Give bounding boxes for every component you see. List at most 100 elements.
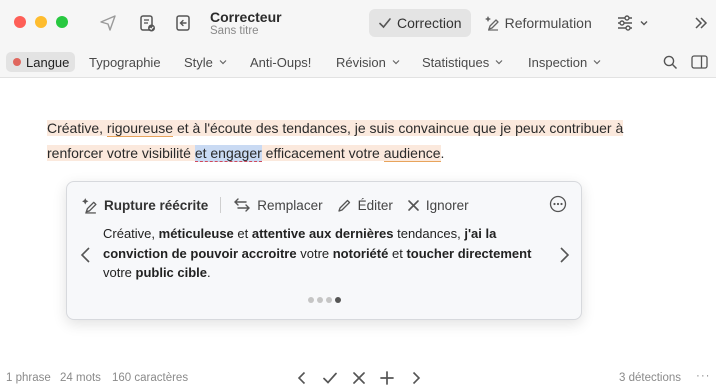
changed-text: toucher directement bbox=[406, 245, 532, 261]
text-run: Créative, bbox=[103, 226, 159, 241]
next-suggestion-button[interactable] bbox=[557, 246, 571, 264]
chevron-left-icon[interactable] bbox=[294, 370, 310, 386]
suggestion-title: Rupture réécrite bbox=[104, 197, 209, 213]
menu-style-label: Style bbox=[184, 54, 213, 70]
menu-revision-label: Révision bbox=[336, 54, 386, 70]
changed-text: attentive aux dernières bbox=[251, 226, 394, 241]
chevron-right-icon bbox=[560, 247, 570, 263]
chevron-down-icon bbox=[219, 60, 227, 65]
expand-panel-button[interactable] bbox=[690, 12, 712, 34]
correction-tab-label: Correction bbox=[397, 15, 462, 31]
document-text[interactable]: Créative, rigoureuse et à l'écoute des t… bbox=[47, 116, 647, 166]
chevron-down-icon bbox=[392, 60, 400, 65]
menu-style[interactable]: Style bbox=[184, 52, 228, 72]
text-run: et bbox=[233, 226, 252, 241]
suggestion-popover: Rupture réécrite Remplacer Éditer Ignore… bbox=[66, 181, 582, 320]
chevron-right-icon[interactable] bbox=[408, 370, 424, 386]
settings-button[interactable] bbox=[615, 12, 649, 34]
text-run: votre bbox=[103, 265, 136, 280]
status-bar: 1 phrase 24 mots 160 caractères 3 détect… bbox=[0, 366, 716, 390]
close-window-button[interactable] bbox=[14, 16, 26, 28]
document-back-icon[interactable] bbox=[172, 12, 194, 34]
menu-inspection-label: Inspection bbox=[528, 54, 588, 70]
toolbar-divider bbox=[220, 197, 222, 213]
chevron-down-icon bbox=[495, 60, 503, 65]
language-menu[interactable]: Langue bbox=[6, 52, 76, 72]
changed-text: méticuleuse bbox=[158, 226, 234, 241]
character-count: 160 caractères bbox=[112, 372, 189, 384]
document-check-icon[interactable] bbox=[136, 12, 158, 34]
chevron-left-icon bbox=[80, 247, 90, 263]
text-run: Créative, bbox=[47, 120, 107, 136]
chevron-down-icon bbox=[640, 21, 648, 26]
edit-button[interactable]: Éditer bbox=[337, 198, 393, 213]
pager-dot[interactable] bbox=[326, 297, 332, 303]
menu-statistiques-label: Statistiques bbox=[422, 54, 490, 70]
pager-dot[interactable] bbox=[317, 297, 323, 303]
text-run: et à l'écoute des tendances, je suis con… bbox=[173, 120, 624, 136]
close-icon bbox=[408, 199, 419, 211]
replace-arrows-icon bbox=[234, 198, 251, 212]
ignore-button[interactable]: Ignorer bbox=[407, 198, 469, 213]
document-line: Créative, rigoureuse et à l'écoute des t… bbox=[47, 116, 647, 141]
sidebar-toggle-icon[interactable] bbox=[690, 54, 708, 70]
minimize-window-button[interactable] bbox=[35, 16, 47, 28]
flagged-word-rigoureuse[interactable]: rigoureuse bbox=[106, 120, 174, 137]
pencil-icon bbox=[337, 199, 350, 212]
replace-button-label: Remplacer bbox=[257, 197, 323, 213]
pager-dot-active[interactable] bbox=[335, 297, 341, 303]
flagged-word-audience[interactable]: audience bbox=[383, 145, 441, 162]
document-title: Correcteur bbox=[210, 9, 282, 25]
pager-dot[interactable] bbox=[308, 297, 314, 303]
chevron-down-icon bbox=[593, 60, 601, 65]
correction-tab[interactable]: Correction bbox=[369, 9, 471, 37]
menu-statistiques[interactable]: Statistiques bbox=[422, 52, 504, 72]
title-bar: Correcteur Sans titre Correction Reformu… bbox=[0, 0, 716, 46]
document-subtitle: Sans titre bbox=[210, 25, 259, 37]
word-count: 24 mots bbox=[60, 372, 101, 384]
menu-revision[interactable]: Révision bbox=[336, 52, 401, 72]
text-run: . bbox=[440, 145, 445, 161]
menu-anti-oups-label: Anti-Oups! bbox=[250, 54, 312, 70]
sentence-count: 1 phrase bbox=[6, 372, 51, 384]
reformulation-tab-label: Reformulation bbox=[504, 15, 592, 31]
menu-typographie-label: Typographie bbox=[89, 54, 161, 70]
ignore-button-label: Ignorer bbox=[425, 197, 469, 213]
edit-button-label: Éditer bbox=[357, 197, 393, 213]
menu-typographie[interactable]: Typographie bbox=[89, 52, 161, 72]
replace-button[interactable]: Remplacer bbox=[233, 197, 323, 213]
sparkle-pen-icon bbox=[82, 197, 97, 214]
accept-checkmark-icon[interactable] bbox=[322, 370, 338, 386]
previous-suggestion-button[interactable] bbox=[79, 246, 93, 264]
search-icon[interactable] bbox=[661, 54, 679, 70]
suggestion-type: Rupture réécrite bbox=[81, 197, 208, 214]
suggestion-toolbar: Rupture réécrite Remplacer Éditer Ignore… bbox=[81, 194, 483, 216]
reject-close-icon[interactable] bbox=[351, 370, 367, 386]
menu-bar: Langue Typographie Style Anti-Oups! Révi… bbox=[0, 46, 716, 78]
zoom-window-button[interactable] bbox=[56, 16, 68, 28]
reformulation-tab[interactable]: Reformulation bbox=[475, 9, 601, 37]
menu-inspection[interactable]: Inspection bbox=[528, 52, 602, 72]
more-menu-button[interactable]: ··· bbox=[696, 370, 711, 382]
text-run: efficacement votre bbox=[261, 145, 384, 161]
add-plus-icon[interactable] bbox=[379, 370, 395, 386]
detection-count: 3 détections bbox=[619, 372, 682, 384]
text-run: . bbox=[207, 265, 211, 280]
text-run: et bbox=[388, 245, 407, 261]
sliders-icon bbox=[618, 15, 632, 31]
more-options-icon[interactable] bbox=[549, 195, 567, 213]
language-status-dot bbox=[13, 58, 21, 66]
suggestion-pager[interactable] bbox=[308, 297, 341, 303]
suggestion-text: Créative, méticuleuse et attentive aux d… bbox=[103, 224, 551, 283]
language-menu-label: Langue bbox=[26, 54, 70, 70]
text-run: votre bbox=[296, 245, 333, 261]
sparkle-pen-icon bbox=[484, 16, 499, 31]
changed-text: public cible bbox=[135, 265, 208, 280]
send-icon[interactable] bbox=[97, 12, 119, 34]
selected-phrase[interactable]: et engager bbox=[194, 145, 262, 162]
text-run: renforcer votre visibilité bbox=[47, 145, 195, 161]
double-chevron-right-icon bbox=[695, 17, 708, 29]
document-line: renforcer votre visibilité et engager ef… bbox=[47, 141, 647, 166]
menu-anti-oups[interactable]: Anti-Oups! bbox=[250, 52, 311, 72]
text-run: tendances, bbox=[393, 226, 465, 241]
